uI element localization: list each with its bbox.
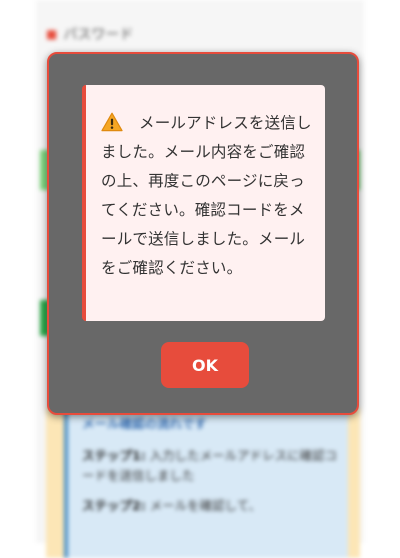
dialog-message-box: メールアドレスを送信しました。メール内容をご確認の上、再度このページに戻ってくだ… [82,85,325,321]
alert-dialog: メールアドレスを送信しました。メール内容をご確認の上、再度このページに戻ってくだ… [47,52,359,415]
password-label-text: パスワード [63,27,134,43]
info-step-1: ステップ1: 入力したメールアドレスに確認コードを送信しました [82,446,338,486]
info-box-title: メール確認の流れです [82,416,207,431]
warning-icon [101,112,123,132]
ok-button[interactable]: OK [161,342,249,388]
info-step-1-label: ステップ1: [82,448,146,463]
dialog-message: メールアドレスを送信しました。メール内容をご確認の上、再度このページに戻ってくだ… [101,109,313,283]
info-step-2: ステップ2: メールを確認して、 [82,496,338,516]
background-info-box: メール確認の流れです ステップ1: 入力したメールアドレスに確認コードを送信しま… [64,408,348,558]
info-step-2-text: メールを確認して、 [145,498,262,513]
info-step-2-label: ステップ2: [82,498,146,513]
dialog-message-text: メールアドレスを送信しました。メール内容をご確認の上、再度このページに戻ってくだ… [101,114,312,277]
required-dot-icon: ■ [46,27,58,41]
password-field-label: ■ パスワード [46,24,133,44]
